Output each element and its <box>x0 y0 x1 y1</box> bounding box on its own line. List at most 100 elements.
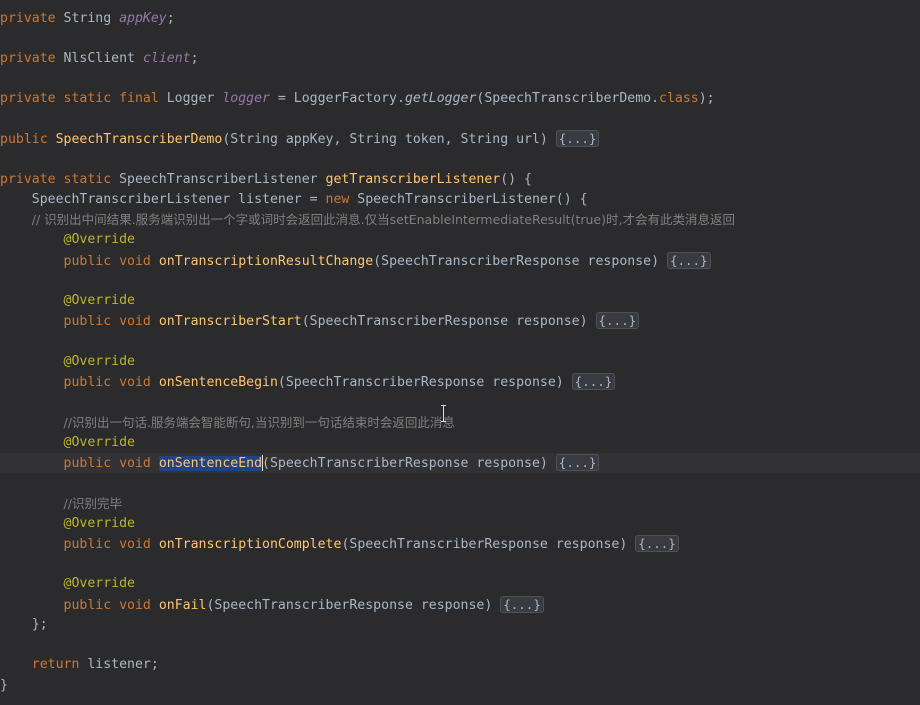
code-text: (SpeechTranscriberDemo. <box>476 91 660 106</box>
code-text: SpeechTranscriberListener() { <box>357 192 588 207</box>
code-line-comment[interactable]: // 识别出中间结果.服务端识别出一个字或词时会返回此消息.仅当setEnabl… <box>0 210 920 230</box>
text-cursor-icon <box>441 405 447 422</box>
code-comment: //识别完毕 <box>63 496 122 511</box>
override-annotation: @Override <box>63 576 135 591</box>
punctuation: () { <box>500 172 532 187</box>
code-line-client-field[interactable]: private NlsClient client; <box>0 49 920 69</box>
method-name: getTranscriberListener <box>325 172 501 187</box>
code-text: (SpeechTranscriberResponse response) <box>341 537 636 552</box>
code-text: SpeechTranscriberListener listener = <box>0 192 326 207</box>
override-annotation: @Override <box>63 435 135 450</box>
folded-code-block[interactable]: {...} <box>500 596 544 613</box>
code-text: (SpeechTranscriberResponse response) <box>206 598 501 613</box>
code-line-sentence-begin-method[interactable]: public void onSentenceBegin(SpeechTransc… <box>0 372 920 392</box>
keyword: private <box>0 51 64 66</box>
punctuation: } <box>0 678 8 693</box>
override-annotation: @Override <box>63 516 135 531</box>
code-line-annotation[interactable]: @Override <box>0 514 920 534</box>
code-line-comment[interactable]: //识别完毕 <box>0 494 920 514</box>
folded-code-block[interactable]: {...} <box>635 535 679 552</box>
code-text: (SpeechTranscriberResponse response) <box>301 314 596 329</box>
code-line-annotation[interactable]: @Override <box>0 352 920 372</box>
code-comment: // 识别出中间结果.服务端识别出一个字或词时会返回此消息.仅当setEnabl… <box>0 212 735 227</box>
method-name: onTranscriptionResultChange <box>158 254 374 269</box>
keyword: class <box>659 91 699 106</box>
code-line-listener-declaration[interactable]: SpeechTranscriberListener listener = new… <box>0 190 920 210</box>
type-name: String <box>63 11 120 26</box>
code-line-transcription-complete-method[interactable]: public void onTranscriptionComplete(Spee… <box>0 534 920 554</box>
code-line-comment[interactable]: //识别出一句话.服务端会智能断句,当识别到一句话结束时会返回此消息 <box>0 413 920 433</box>
code-line-fail-method[interactable]: public void onFail(SpeechTranscriberResp… <box>0 595 920 615</box>
code-text: (String appKey, String token, String url… <box>222 132 556 147</box>
code-line-annotation[interactable]: @Override <box>0 230 920 250</box>
selected-method-name[interactable]: onSentenceEnd <box>158 456 263 471</box>
type-name: NlsClient <box>63 51 143 66</box>
code-text: (SpeechTranscriberResponse response) <box>373 254 667 269</box>
code-line-closing-brace[interactable]: }; <box>0 615 920 635</box>
code-line-appkey-field[interactable]: private String appKey; <box>0 9 920 29</box>
punctuation: ; <box>190 51 199 66</box>
override-annotation: @Override <box>63 293 135 308</box>
field-name: client <box>142 51 191 66</box>
code-line-annotation[interactable]: @Override <box>0 574 920 594</box>
keyword: public void <box>63 456 159 471</box>
code-line-get-listener-method[interactable]: private static SpeechTranscriberListener… <box>0 170 920 190</box>
code-line-annotation[interactable]: @Override <box>0 433 920 453</box>
code-line-annotation[interactable]: @Override <box>0 291 920 311</box>
keyword: private <box>0 11 64 26</box>
folded-code-block[interactable]: {...} <box>571 373 616 390</box>
code-line-return[interactable]: return listener; <box>0 655 920 675</box>
type-name: SpeechTranscriberListener <box>119 172 326 187</box>
keyword: public <box>0 132 56 147</box>
keyword: return <box>31 657 88 672</box>
code-text: (SpeechTranscriberResponse response) <box>262 456 556 471</box>
type-name: Logger <box>166 91 223 106</box>
keyword: new <box>325 192 358 207</box>
code-line-result-change-method[interactable]: public void onTranscriptionResultChange(… <box>0 251 920 271</box>
code-comment: //识别出一句话.服务端会智能断句,当识别到一句话结束时会返回此消息 <box>63 415 455 430</box>
code-line-closing-brace[interactable]: } <box>0 676 920 696</box>
field-name: logger <box>222 91 270 106</box>
keyword: private static final <box>0 91 167 106</box>
punctuation: }; <box>0 617 48 632</box>
override-annotation: @Override <box>63 232 135 247</box>
static-method-call: getLogger <box>404 91 477 106</box>
code-line-sentence-end-method-current[interactable]: public void onSentenceEnd(SpeechTranscri… <box>0 453 920 473</box>
keyword: private static <box>0 172 120 187</box>
code-line-constructor[interactable]: public SpeechTranscriberDemo(String appK… <box>0 129 920 149</box>
code-text: = LoggerFactory. <box>269 91 405 106</box>
method-name: SpeechTranscriberDemo <box>55 132 223 147</box>
folded-code-block[interactable]: {...} <box>666 252 711 269</box>
field-name: appKey <box>119 11 167 26</box>
folded-code-block[interactable]: {...} <box>555 454 600 471</box>
punctuation: ); <box>698 91 715 106</box>
code-line-transcriber-start-method[interactable]: public void onTranscriberStart(SpeechTra… <box>0 311 920 331</box>
keyword: public void <box>63 254 159 269</box>
keyword: public void <box>63 314 159 329</box>
override-annotation: @Override <box>63 354 135 369</box>
punctuation: ; <box>166 11 175 26</box>
code-editor[interactable]: private String appKey; private NlsClient… <box>0 0 920 705</box>
code-text: (SpeechTranscriberResponse response) <box>277 375 572 390</box>
folded-code-block[interactable]: {...} <box>555 130 600 147</box>
code-text: listener; <box>87 657 159 672</box>
folded-code-block[interactable]: {...} <box>595 312 640 329</box>
keyword: public void <box>63 537 159 552</box>
method-name: onSentenceBegin <box>158 375 278 390</box>
code-line-logger-field[interactable]: private static final Logger logger = Log… <box>0 89 920 109</box>
